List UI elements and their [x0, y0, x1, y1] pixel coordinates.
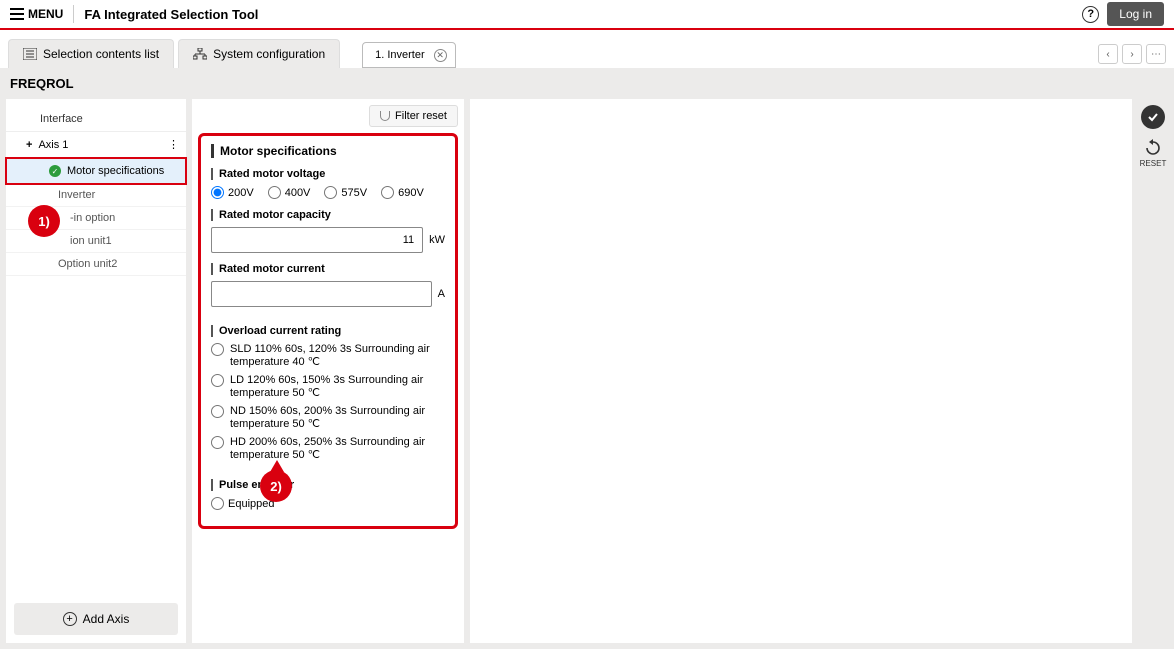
list-icon [23, 48, 37, 60]
add-axis-label: Add Axis [83, 612, 130, 626]
voltage-575[interactable]: 575V [324, 186, 367, 199]
tree-axis1[interactable]: + Axis 1 ⋮ [6, 132, 186, 158]
tree-motor-spec[interactable]: ✓ Motor specifications [6, 158, 186, 184]
voltage-options: 200V 400V 575V 690V [211, 186, 445, 199]
mid-panel: Filter reset Motor specifications Rated … [192, 99, 464, 643]
pulse-title: Pulse encoder [211, 479, 445, 491]
overload-sld[interactable]: SLD 110% 60s, 120% 3s Surrounding air te… [211, 343, 445, 368]
form-area: Motor specifications Rated motor voltage… [198, 133, 458, 529]
side-rail: RESET [1138, 99, 1168, 643]
axis-label: Axis 1 [38, 139, 68, 151]
radio-sld[interactable] [211, 343, 224, 356]
capacity-row: kW [211, 227, 445, 253]
mid-toolbar: Filter reset [192, 99, 464, 129]
voltage-200[interactable]: 200V [211, 186, 254, 199]
login-button[interactable]: Log in [1107, 2, 1164, 26]
capacity-unit: kW [429, 234, 445, 246]
system-icon [193, 48, 207, 60]
pulse-options: Equipped [211, 497, 445, 510]
confirm-button[interactable] [1141, 105, 1165, 129]
overload-hd[interactable]: HD 200% 60s, 250% 3s Surrounding air tem… [211, 436, 445, 461]
overload-nd[interactable]: ND 150% 60s, 200% 3s Surrounding air tem… [211, 405, 445, 430]
tree-interface[interactable]: Interface [6, 107, 186, 132]
check-icon [1146, 110, 1160, 124]
menu-button[interactable]: MENU [10, 7, 63, 21]
nav-prev-button[interactable]: ‹ [1098, 44, 1118, 64]
more-icon[interactable]: ⋮ [168, 138, 178, 151]
tree: Interface + Axis 1 ⋮ ✓ Motor specificati… [6, 99, 186, 595]
radio-hd[interactable] [211, 436, 224, 449]
nav-arrows: ‹ › ⋯ [1098, 44, 1166, 68]
current-input[interactable] [211, 281, 432, 307]
app-title: FA Integrated Selection Tool [84, 7, 258, 22]
filter-icon [380, 111, 390, 121]
capacity-input[interactable] [211, 227, 423, 253]
plus-icon: + [63, 612, 77, 626]
tree-inverter[interactable]: Inverter [6, 184, 186, 207]
radio-400[interactable] [268, 186, 281, 199]
tab-inverter[interactable]: 1. Inverter ✕ [362, 42, 456, 68]
annotation-1: 1) [28, 205, 60, 237]
radio-ld[interactable] [211, 374, 224, 387]
overload-title: Overload current rating [211, 325, 445, 337]
header-left: MENU FA Integrated Selection Tool [10, 5, 258, 23]
reset-icon [1144, 139, 1162, 157]
hamburger-icon [10, 8, 24, 20]
filter-reset-label: Filter reset [395, 110, 447, 122]
radio-690[interactable] [381, 186, 394, 199]
header-right: ? Log in [1082, 2, 1164, 26]
help-icon[interactable]: ? [1082, 6, 1099, 23]
radio-575[interactable] [324, 186, 337, 199]
tree-option-unit2[interactable]: Option unit2 [6, 253, 186, 276]
reset-button[interactable]: RESET [1140, 139, 1167, 168]
current-row: A [211, 281, 445, 307]
tab-label: 1. Inverter [375, 49, 425, 61]
tab-selection-contents[interactable]: Selection contents list [8, 39, 174, 68]
pulse-equipped[interactable]: Equipped [211, 497, 275, 510]
radio-200[interactable] [211, 186, 224, 199]
capacity-title: Rated motor capacity [211, 209, 445, 221]
menu-label: MENU [28, 7, 63, 21]
tab-system-config[interactable]: System configuration [178, 39, 340, 68]
nav-next-button[interactable]: › [1122, 44, 1142, 64]
tabs-left: Selection contents list System configura… [8, 39, 456, 68]
workspace: Interface + Axis 1 ⋮ ✓ Motor specificati… [0, 99, 1174, 649]
expand-icon[interactable]: + [26, 139, 32, 151]
radio-equipped[interactable] [211, 497, 224, 510]
tabs-row: Selection contents list System configura… [0, 30, 1174, 68]
add-axis-button[interactable]: + Add Axis [14, 603, 178, 635]
close-icon[interactable]: ✕ [434, 49, 447, 62]
right-panel [470, 99, 1132, 643]
annotation-2: 2) [260, 470, 292, 502]
tab-label: Selection contents list [43, 47, 159, 61]
overload-ld[interactable]: LD 120% 60s, 150% 3s Surrounding air tem… [211, 374, 445, 399]
radio-nd[interactable] [211, 405, 224, 418]
overload-options: SLD 110% 60s, 120% 3s Surrounding air te… [211, 343, 445, 461]
app-header: MENU FA Integrated Selection Tool ? Log … [0, 0, 1174, 30]
voltage-title: Rated motor voltage [211, 168, 445, 180]
filter-reset-button[interactable]: Filter reset [369, 105, 458, 127]
left-panel: Interface + Axis 1 ⋮ ✓ Motor specificati… [6, 99, 186, 643]
tree-label: Motor specifications [67, 165, 164, 177]
voltage-400[interactable]: 400V [268, 186, 311, 199]
current-title: Rated motor current [211, 263, 445, 275]
tab-label: System configuration [213, 47, 325, 61]
voltage-690[interactable]: 690V [381, 186, 424, 199]
reset-label: RESET [1140, 159, 1167, 168]
divider [73, 5, 74, 23]
section-title: Motor specifications [211, 144, 445, 158]
current-unit: A [438, 288, 445, 300]
check-icon: ✓ [49, 165, 61, 177]
nav-more-button[interactable]: ⋯ [1146, 44, 1166, 64]
page-title: FREQROL [0, 68, 1174, 99]
